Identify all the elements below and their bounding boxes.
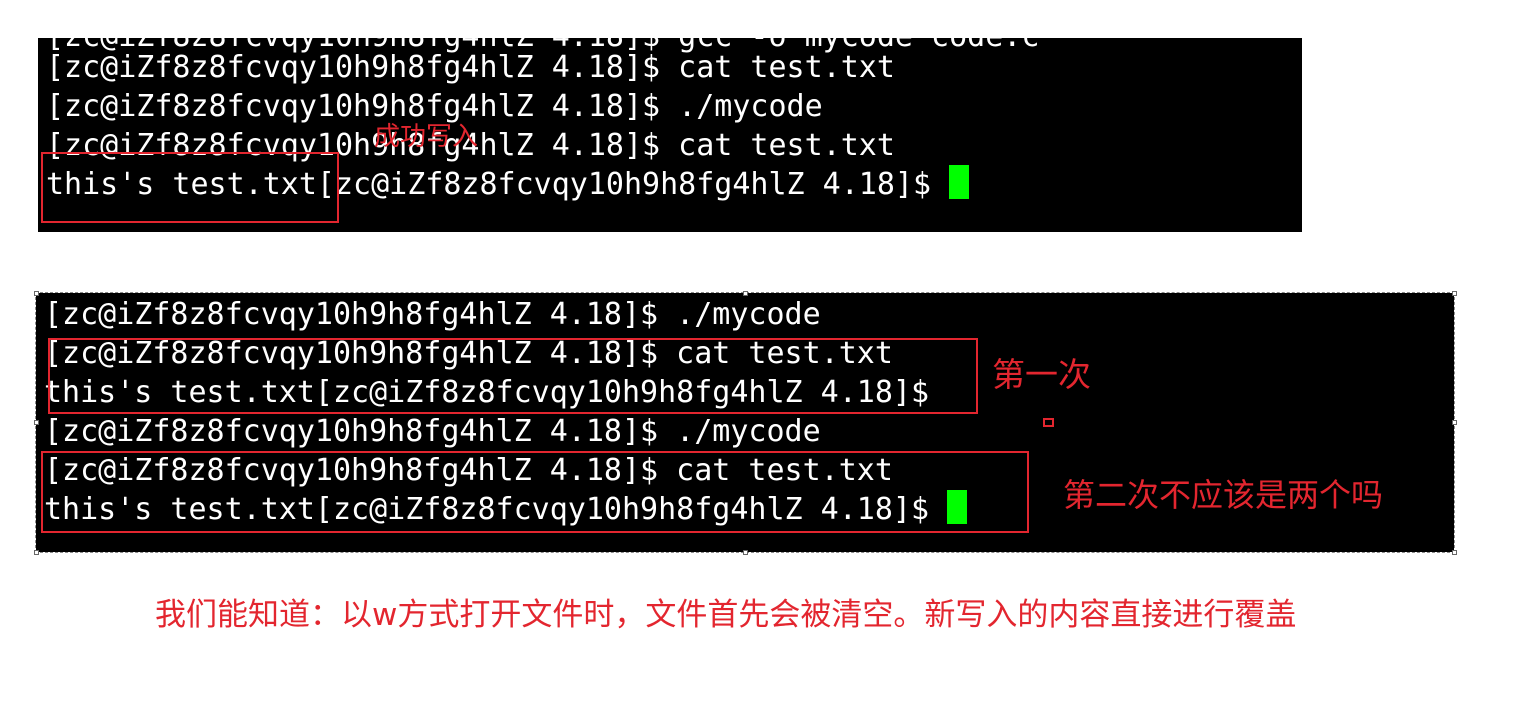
resize-handle[interactable] (34, 550, 39, 555)
tiny-marker-box (1043, 418, 1054, 427)
terminal-line: [zc@iZf8z8fcvqy10h9h8fg4hlZ 4.18]$ ./myc… (44, 297, 821, 332)
conclusion-text: 我们能知道：以w方式打开文件时，文件首先会被清空。新写入的内容直接进行覆盖 (155, 597, 1297, 633)
resize-handle[interactable] (1452, 291, 1457, 296)
highlight-box-first-run (48, 338, 978, 414)
terminal-line: [zc@iZf8z8fcvqy10h9h8fg4hlZ 4.18]$ ./myc… (44, 414, 821, 449)
note-write-success: 成功写入 (374, 122, 479, 152)
resize-handle[interactable] (743, 550, 748, 555)
terminal-line: [zc@iZf8z8fcvqy10h9h8fg4hlZ 4.18]$ cat t… (46, 50, 895, 85)
resize-handle[interactable] (34, 420, 39, 425)
cursor-block (949, 165, 970, 199)
highlight-box-second-run (41, 451, 1029, 533)
note-second-run: 第二次不应该是两个吗 (1063, 476, 1384, 514)
resize-handle[interactable] (34, 291, 39, 296)
note-first-run: 第一次 (992, 355, 1091, 394)
highlight-box-write-success (41, 152, 339, 223)
resize-handle[interactable] (1452, 420, 1457, 425)
resize-handle[interactable] (1452, 550, 1457, 555)
resize-handle[interactable] (743, 291, 748, 296)
